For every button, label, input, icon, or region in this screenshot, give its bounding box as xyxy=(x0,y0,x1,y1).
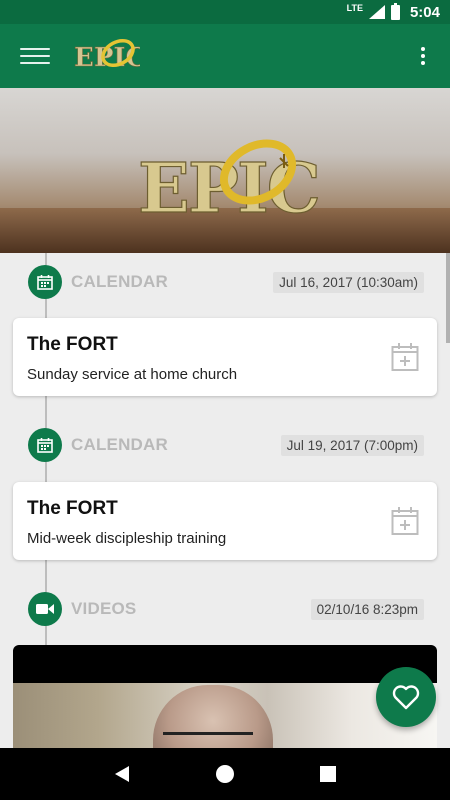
calendar-icon xyxy=(28,265,62,299)
calendar-icon xyxy=(28,428,62,462)
event-title: The FORT xyxy=(27,334,118,355)
app-bar: EPIC xyxy=(0,24,450,88)
section-title: CALENDAR xyxy=(71,435,168,454)
home-circle-icon xyxy=(215,765,234,783)
overflow-menu-icon[interactable] xyxy=(418,45,428,67)
recents-square-icon xyxy=(320,766,337,782)
timeline-header: CALENDAR Jul 19, 2017 (7:00pm) xyxy=(28,428,424,462)
battery-icon xyxy=(390,2,400,20)
video-camera-icon xyxy=(28,592,62,626)
scrollbar[interactable] xyxy=(446,253,450,343)
event-title: The FORT xyxy=(27,498,118,519)
date-chip: Jul 16, 2017 (10:30am) xyxy=(273,271,424,293)
date-chip: Jul 19, 2017 (7:00pm) xyxy=(280,434,424,456)
home-button[interactable] xyxy=(205,754,245,794)
event-card[interactable]: The FORT Mid-week discipleship training xyxy=(13,482,437,560)
hero-banner: EPIC xyxy=(0,88,450,253)
section-title: VIDEOS xyxy=(71,599,137,618)
network-type: LTE xyxy=(346,3,363,13)
back-button[interactable] xyxy=(102,754,142,794)
event-description: Sunday service at home church xyxy=(27,366,238,383)
event-description: Mid-week discipleship training xyxy=(27,530,227,547)
video-thumbnail[interactable] xyxy=(13,645,437,748)
timeline-header: CALENDAR Jul 16, 2017 (10:30am) xyxy=(28,265,424,299)
timeline-feed[interactable]: CALENDAR Jul 16, 2017 (10:30am) The FORT… xyxy=(0,253,450,748)
date-chip: 02/10/16 8:23pm xyxy=(310,598,424,620)
heart-icon xyxy=(392,685,420,710)
recents-button[interactable] xyxy=(308,754,348,794)
back-triangle-icon xyxy=(114,766,129,782)
app-logo: EPIC xyxy=(72,36,140,76)
hamburger-menu-icon[interactable] xyxy=(20,45,50,67)
status-bar: LTE 5:04 xyxy=(0,0,450,24)
clock: 5:04 xyxy=(409,3,440,21)
system-nav-bar xyxy=(0,748,450,800)
hero-logo: EPIC xyxy=(138,139,318,228)
add-to-calendar-icon[interactable] xyxy=(391,342,419,372)
section-title: CALENDAR xyxy=(71,272,168,291)
add-to-calendar-icon[interactable] xyxy=(391,506,419,536)
signal-icon xyxy=(368,5,385,19)
event-card[interactable]: The FORT Sunday service at home church xyxy=(13,318,437,396)
favorite-button[interactable] xyxy=(376,667,436,727)
timeline-header: VIDEOS 02/10/16 8:23pm xyxy=(28,592,424,626)
video-person-glasses xyxy=(163,732,253,744)
